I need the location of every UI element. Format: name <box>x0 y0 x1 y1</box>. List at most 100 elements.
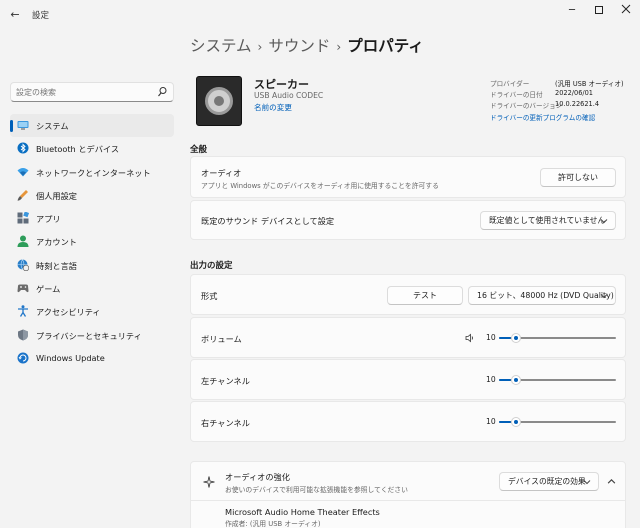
breadcrumb-separator: › <box>336 40 342 54</box>
sidebar-item-gaming[interactable]: ゲーム <box>10 277 174 300</box>
divider <box>191 500 625 501</box>
enhance-dropdown-value: デバイスの既定の効果 <box>508 477 586 486</box>
sidebar-item-label: システム <box>36 121 69 131</box>
search-input[interactable] <box>16 86 156 99</box>
sidebar-item-system[interactable]: システム <box>10 114 174 138</box>
apps-icon <box>17 212 29 224</box>
right-channel-slider[interactable] <box>499 417 616 427</box>
format-dropdown-value: 16 ビット、48000 Hz (DVD Quality) <box>477 291 614 300</box>
driver-update-link[interactable]: ドライバーの更新プログラムの確認 <box>490 112 595 122</box>
slider-thumb[interactable] <box>510 333 521 343</box>
close-button[interactable] <box>616 4 636 18</box>
sidebar-item-personalization[interactable]: 個人用設定 <box>10 184 174 207</box>
minimize-button[interactable]: ─ <box>562 4 582 18</box>
sidebar-item-label: アカウント <box>36 237 77 248</box>
sidebar-item-label: アクセシビリティ <box>36 307 101 318</box>
sidebar-item-label: Bluetooth とデバイス <box>36 144 120 155</box>
property-value: 10.0.22621.4 <box>555 100 600 108</box>
section-title-output: 出力の設定 <box>190 261 233 271</box>
enhance-label: オーディオの強化 <box>225 472 290 482</box>
back-button[interactable]: ← <box>7 7 23 23</box>
property-value: 2022/06/01 <box>555 89 594 97</box>
left-channel-slider[interactable] <box>499 375 616 385</box>
page-title: プロパティ <box>347 37 424 55</box>
monitor-icon <box>17 121 29 130</box>
effect-author: 作成者: (汎用 USB オーディオ) <box>225 520 321 528</box>
search-box[interactable] <box>10 82 174 102</box>
volume-card: ボリューム 10 <box>190 317 626 358</box>
search-icon[interactable] <box>157 86 167 98</box>
default-device-dropdown-value: 既定値として使用されていません <box>489 216 606 225</box>
format-card: 形式 テスト 16 ビット、48000 Hz (DVD Quality) <box>190 274 626 315</box>
breadcrumb-system[interactable]: システム <box>190 37 252 55</box>
driver-properties: プロバイダー (汎用 USB オーディオ) ドライバーの日付 2022/06/0… <box>490 78 630 111</box>
sidebar-item-label: ゲーム <box>36 284 61 295</box>
gamepad-icon <box>17 284 29 293</box>
audio-enhancements-card: オーディオの強化 お使いのデバイスで利用可能な拡張機能を参照してください デバイ… <box>190 461 626 528</box>
sidebar-item-windows-update[interactable]: Windows Update <box>10 347 174 370</box>
rename-link[interactable]: 名前の変更 <box>254 102 292 113</box>
close-icon <box>621 4 631 14</box>
speaker-device-image <box>196 76 242 126</box>
right-channel-value: 10 <box>486 417 496 426</box>
slider-thumb[interactable] <box>510 417 521 427</box>
sidebar-item-label: プライバシーとセキュリティ <box>36 330 142 341</box>
format-label: 形式 <box>201 291 218 301</box>
property-row: ドライバーの日付 2022/06/01 <box>490 89 630 100</box>
device-name: スピーカー <box>254 78 309 91</box>
property-row: プロバイダー (汎用 USB オーディオ) <box>490 78 630 89</box>
dont-allow-button[interactable]: 許可しない <box>540 168 616 187</box>
chevron-down-icon <box>600 294 608 299</box>
title-bar: ← 設定 ─ <box>0 0 640 30</box>
left-channel-label: 左チャンネル <box>201 376 250 386</box>
sidebar-item-network[interactable]: ネットワークとインターネット <box>10 161 174 184</box>
sidebar-item-accessibility[interactable]: アクセシビリティ <box>10 300 174 323</box>
sidebar-item-label: 個人用設定 <box>36 190 77 201</box>
audio-allow-card: オーディオ アプリと Windows がこのデバイスをオーディオ用に使用すること… <box>190 156 626 198</box>
default-device-dropdown[interactable]: 既定値として使用されていません <box>480 211 616 230</box>
slider-fill <box>499 421 511 423</box>
left-channel-value: 10 <box>486 375 496 384</box>
speaker-cone <box>205 87 233 115</box>
property-value: (汎用 USB オーディオ) <box>555 80 624 88</box>
test-button[interactable]: テスト <box>387 286 463 305</box>
sparkle-enhance-icon <box>203 476 215 488</box>
sidebar-item-privacy-security[interactable]: プライバシーとセキュリティ <box>10 324 174 347</box>
maximize-icon <box>595 6 603 14</box>
wifi-icon <box>17 167 29 177</box>
effect-name: Microsoft Audio Home Theater Effects <box>225 507 380 517</box>
right-channel-card: 右チャンネル 10 <box>190 401 626 442</box>
update-icon <box>17 352 29 364</box>
right-channel-label: 右チャンネル <box>201 418 250 428</box>
speaker-volume-icon[interactable] <box>465 333 475 343</box>
accessibility-icon <box>18 305 28 318</box>
slider-thumb[interactable] <box>510 375 521 385</box>
sidebar-item-time-language[interactable]: 時刻と言語 <box>10 254 174 277</box>
volume-slider[interactable] <box>499 333 616 343</box>
globe-clock-icon <box>17 259 29 271</box>
format-dropdown[interactable]: 16 ビット、48000 Hz (DVD Quality) <box>468 286 616 305</box>
volume-value: 10 <box>486 333 496 342</box>
sidebar-item-bluetooth[interactable]: Bluetooth とデバイス <box>10 137 174 160</box>
sidebar-item-accounts[interactable]: アカウント <box>10 230 174 253</box>
default-device-card: 既定のサウンド デバイスとして設定 既定値として使用されていません <box>190 200 626 240</box>
slider-fill <box>499 337 511 339</box>
chevron-down-icon <box>600 219 608 224</box>
property-key: プロバイダー <box>490 80 530 88</box>
enhance-dropdown[interactable]: デバイスの既定の効果 <box>499 472 599 491</box>
device-subtitle: USB Audio CODEC <box>254 91 324 100</box>
sidebar-item-label: Windows Update <box>36 352 105 363</box>
property-row: ドライバーのバージョン 10.0.22621.4 <box>490 100 630 111</box>
bluetooth-icon <box>17 142 29 154</box>
sidebar-item-apps[interactable]: アプリ <box>10 207 174 230</box>
chevron-up-icon <box>607 479 615 484</box>
chevron-down-icon <box>583 480 591 485</box>
app-title: 設定 <box>32 11 50 21</box>
default-device-label: 既定のサウンド デバイスとして設定 <box>201 216 335 226</box>
breadcrumb-sound[interactable]: サウンド <box>268 37 330 55</box>
account-icon <box>17 235 29 248</box>
section-title-general: 全般 <box>190 145 208 155</box>
maximize-button[interactable] <box>589 4 609 18</box>
collapse-button[interactable] <box>601 472 621 491</box>
brush-icon <box>17 189 28 201</box>
